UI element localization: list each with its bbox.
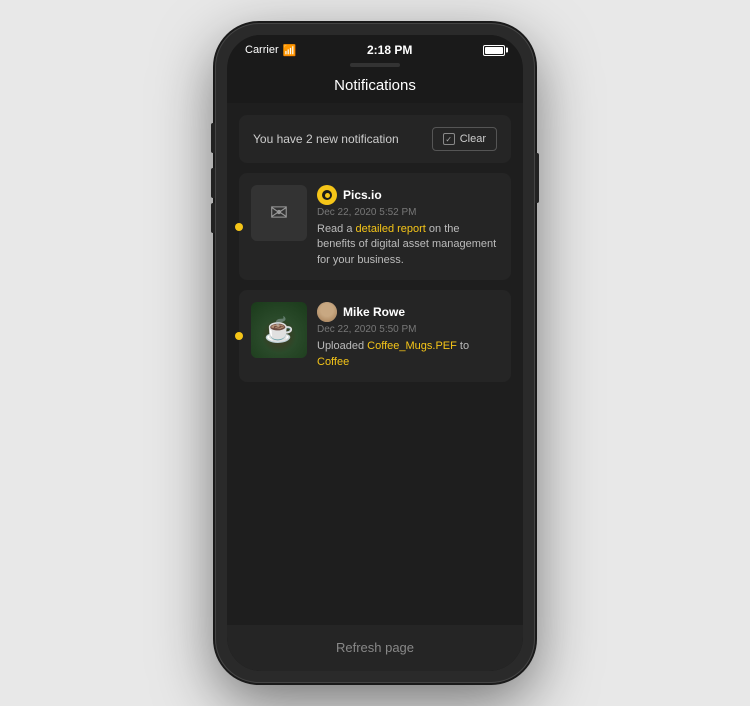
clear-label: Clear: [460, 133, 486, 145]
bottom-bar[interactable]: Refresh page: [227, 625, 523, 671]
coffee-image: ☕: [251, 302, 307, 358]
message-text-before: Read a: [317, 223, 356, 235]
notification-time: Dec 22, 2020 5:52 PM: [317, 207, 499, 218]
clear-button[interactable]: ✓ Clear: [432, 127, 497, 151]
notification-message: Uploaded Coffee_Mugs.PEF to Coffee: [317, 339, 499, 370]
unread-dot: [235, 332, 243, 340]
picsio-avatar: [317, 185, 337, 205]
status-time: 2:18 PM: [367, 43, 412, 57]
speaker: [350, 63, 400, 67]
notification-message: Read a detailed report on the benefits o…: [317, 222, 499, 268]
nav-bar: Notifications: [227, 71, 523, 103]
mail-icon: ✉: [270, 200, 288, 226]
main-content: You have 2 new notification ✓ Clear ✉ Pi…: [227, 103, 523, 625]
message-text-to: to: [457, 340, 469, 352]
refresh-label[interactable]: Refresh page: [336, 640, 414, 655]
check-icon: ✓: [443, 133, 455, 145]
carrier-label: Carrier: [245, 44, 279, 56]
notification-header: Pics.io: [317, 185, 499, 205]
message-link[interactable]: detailed report: [356, 223, 426, 235]
notification-thumbnail: ✉: [251, 185, 307, 241]
notification-time: Dec 22, 2020 5:50 PM: [317, 324, 499, 335]
avatar-face: [317, 302, 337, 322]
list-item[interactable]: ☕ Mike Rowe Dec 22, 2020 5:50 PM Uploade…: [239, 290, 511, 382]
notification-thumbnail: ☕: [251, 302, 307, 358]
phone-device: Carrier 📶 2:18 PM Notifications You have…: [215, 23, 535, 683]
notch-area: [227, 61, 523, 71]
status-carrier: Carrier 📶: [245, 44, 296, 57]
notification-body: Mike Rowe Dec 22, 2020 5:50 PM Uploaded …: [317, 302, 499, 370]
user-avatar: [317, 302, 337, 322]
notification-sender: Pics.io: [343, 188, 382, 202]
battery-icon: [483, 45, 505, 56]
phone-screen: Carrier 📶 2:18 PM Notifications You have…: [227, 35, 523, 671]
notification-body: Pics.io Dec 22, 2020 5:52 PM Read a deta…: [317, 185, 499, 268]
battery-fill: [485, 47, 503, 54]
clear-section: You have 2 new notification ✓ Clear: [239, 115, 511, 163]
message-text-before: Uploaded: [317, 340, 367, 352]
notification-header: Mike Rowe: [317, 302, 499, 322]
page-title: Notifications: [334, 77, 416, 94]
message-link-folder[interactable]: Coffee: [317, 356, 349, 368]
notification-count-text: You have 2 new notification: [253, 132, 399, 146]
status-bar: Carrier 📶 2:18 PM: [227, 35, 523, 61]
message-link-file[interactable]: Coffee_Mugs.PEF: [367, 340, 457, 352]
status-right: [483, 45, 505, 56]
notification-sender: Mike Rowe: [343, 305, 405, 319]
list-item[interactable]: ✉ Pics.io Dec 22, 2020 5:52 PM Read a de…: [239, 173, 511, 280]
coffee-icon: ☕: [264, 316, 294, 345]
unread-dot: [235, 223, 243, 231]
wifi-icon: 📶: [283, 44, 297, 57]
